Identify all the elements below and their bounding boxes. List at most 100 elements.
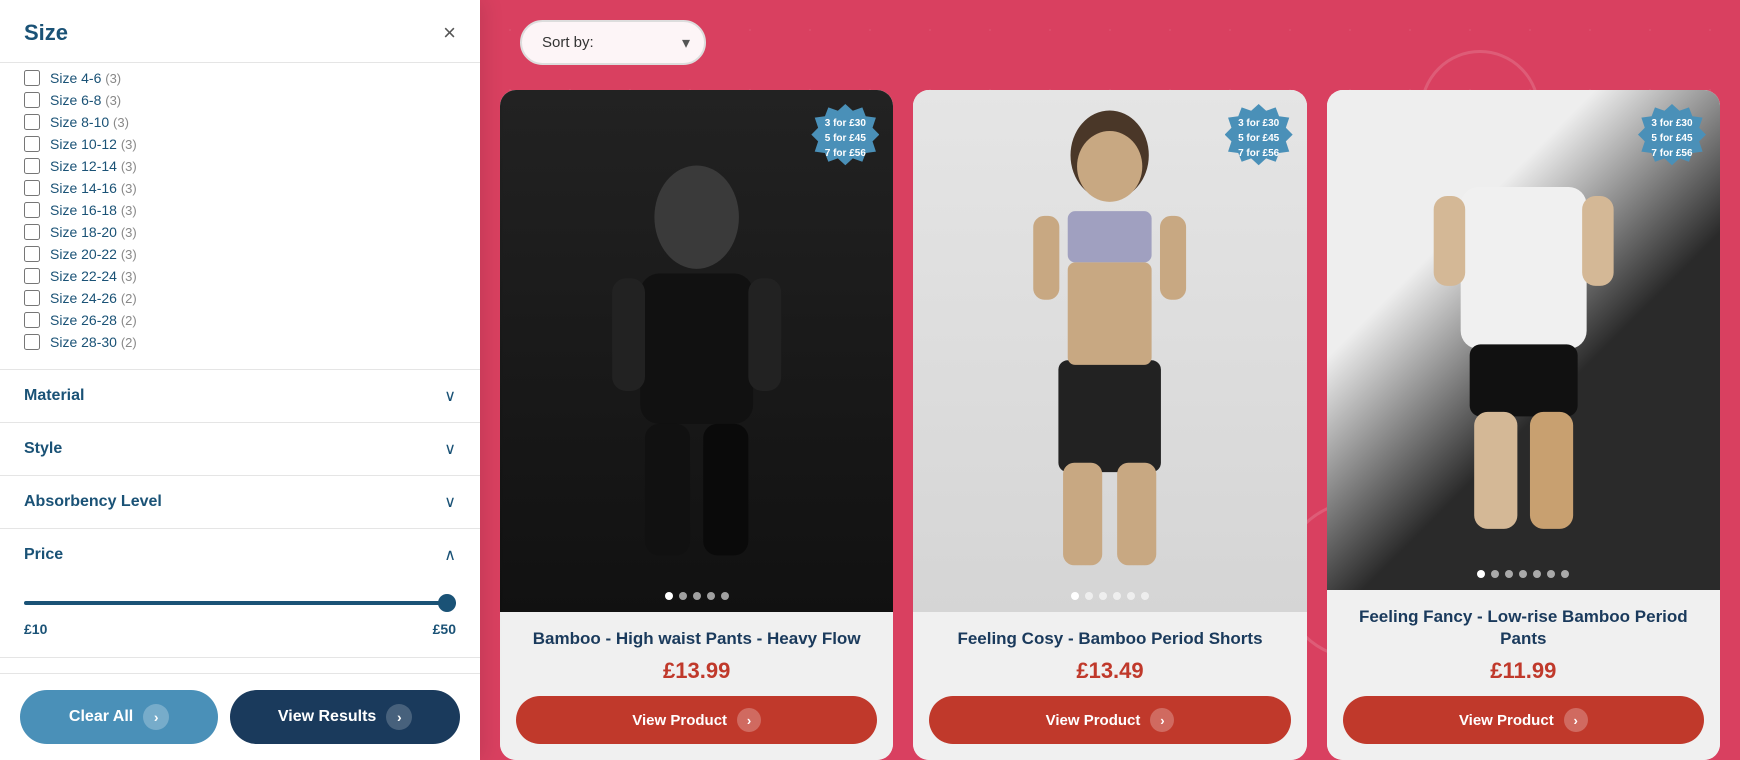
badge-line-3: 7 for £56 [825, 146, 866, 161]
sort-select[interactable]: Sort by: Price: Low to High Price: High … [520, 20, 706, 65]
dot-3[interactable] [1505, 570, 1513, 578]
size-checkbox-14-16[interactable] [24, 180, 40, 196]
list-item[interactable]: Size 24-26 (2) [24, 287, 456, 309]
price-content: £10 £50 [0, 581, 480, 657]
sort-bar: Sort by: Price: Low to High Price: High … [520, 20, 706, 65]
material-section[interactable]: Material ∨ [0, 370, 480, 423]
size-checkbox-16-18[interactable] [24, 202, 40, 218]
view-results-label: View Results [278, 708, 376, 726]
product-card-2: 3 for £30 5 for £45 7 for £56 Feeling Co… [913, 90, 1306, 760]
size-checkbox-22-24[interactable] [24, 268, 40, 284]
product-info-2: Feeling Cosy - Bamboo Period Shorts £13.… [913, 612, 1306, 760]
product-info-1: Bamboo - High waist Pants - Heavy Flow £… [500, 612, 893, 760]
size-label-4-6: Size 4-6 (3) [50, 70, 121, 86]
view-product-label-3: View Product [1459, 712, 1554, 729]
product-silhouette-3-svg [1327, 115, 1720, 565]
price-range-labels: £10 £50 [24, 621, 456, 637]
size-label-8-10: Size 8-10 (3) [50, 114, 129, 130]
clear-all-button[interactable]: Clear All › [20, 690, 218, 744]
dot-3[interactable] [693, 592, 701, 600]
size-checkbox-6-8[interactable] [24, 92, 40, 108]
list-item[interactable]: Size 26-28 (2) [24, 309, 456, 331]
list-item[interactable]: Size 18-20 (3) [24, 221, 456, 243]
products-grid: 3 for £30 5 for £45 7 for £56 Bamboo - H… [480, 90, 1740, 760]
style-section[interactable]: Style ∨ [0, 423, 480, 476]
product-name-3: Feeling Fancy - Low-rise Bamboo Period P… [1343, 606, 1704, 650]
badge-line-1: 3 for £30 [825, 116, 866, 131]
dot-2[interactable] [1491, 570, 1499, 578]
size-checkbox-28-30[interactable] [24, 334, 40, 350]
dot-5[interactable] [1533, 570, 1541, 578]
filter-header: Size × [0, 0, 480, 63]
size-checkbox-4-6[interactable] [24, 70, 40, 86]
product-name-1: Bamboo - High waist Pants - Heavy Flow [516, 628, 877, 650]
dot-7[interactable] [1561, 570, 1569, 578]
size-label-18-20: Size 18-20 (3) [50, 224, 137, 240]
absorbency-section[interactable]: Absorbency Level ∨ [0, 476, 480, 529]
list-item[interactable]: Size 12-14 (3) [24, 155, 456, 177]
size-checkbox-24-26[interactable] [24, 290, 40, 306]
size-checkbox-12-14[interactable] [24, 158, 40, 174]
price-header[interactable]: Price ∧ [0, 529, 480, 581]
list-item[interactable]: Size 8-10 (3) [24, 111, 456, 133]
dot-1[interactable] [1071, 592, 1079, 600]
size-checkbox-10-12[interactable] [24, 136, 40, 152]
view-product-label-2: View Product [1046, 712, 1141, 729]
size-label-24-26: Size 24-26 (2) [50, 290, 137, 306]
view-product-button-2[interactable]: View Product › [929, 696, 1290, 744]
product-card-3: 3 for £30 5 for £45 7 for £56 Feeling Fa… [1327, 90, 1720, 760]
dot-4[interactable] [707, 592, 715, 600]
list-item[interactable]: Size 20-22 (3) [24, 243, 456, 265]
dot-1[interactable] [665, 592, 673, 600]
price-section: Price ∧ £10 £50 [0, 529, 480, 658]
list-item[interactable]: Size 22-24 (3) [24, 265, 456, 287]
dot-4[interactable] [1519, 570, 1527, 578]
view-product-button-1[interactable]: View Product › [516, 696, 877, 744]
filter-body: Size 4-6 (3) Size 6-8 (3) Size 8-10 (3) … [0, 63, 480, 673]
list-item[interactable]: Size 4-6 (3) [24, 67, 456, 89]
dot-1[interactable] [1477, 570, 1485, 578]
dot-5[interactable] [721, 592, 729, 600]
material-title: Material [24, 387, 84, 405]
price-chevron-icon: ∧ [444, 545, 456, 565]
size-checkbox-26-28[interactable] [24, 312, 40, 328]
dot-5[interactable] [1127, 592, 1135, 600]
size-checkbox-18-20[interactable] [24, 224, 40, 240]
absorbency-header[interactable]: Absorbency Level ∨ [0, 476, 480, 528]
dot-3[interactable] [1099, 592, 1107, 600]
material-header[interactable]: Material ∨ [0, 370, 480, 422]
filter-title: Size [24, 20, 68, 46]
dot-2[interactable] [1085, 592, 1093, 600]
product-photo-2 [913, 90, 1306, 612]
dot-2[interactable] [679, 592, 687, 600]
size-label-12-14: Size 12-14 (3) [50, 158, 137, 174]
size-checkbox-8-10[interactable] [24, 114, 40, 130]
dot-6[interactable] [1141, 592, 1149, 600]
view-product-label-1: View Product [632, 712, 727, 729]
price-slider[interactable] [24, 601, 456, 605]
list-item[interactable]: Size 6-8 (3) [24, 89, 456, 111]
list-item[interactable]: Size 14-16 (3) [24, 177, 456, 199]
view-results-button[interactable]: View Results › [230, 690, 460, 744]
size-label-22-24: Size 22-24 (3) [50, 268, 137, 284]
absorbency-chevron-icon: ∨ [444, 492, 456, 512]
filter-sidebar: Size × Size 4-6 (3) Size 6-8 (3) Size 8-… [0, 0, 480, 760]
badge-line-1: 3 for £30 [1238, 116, 1279, 131]
view-product-arrow-icon-3: › [1564, 708, 1588, 732]
material-chevron-icon: ∨ [444, 386, 456, 406]
close-button[interactable]: × [443, 22, 456, 44]
size-checkbox-20-22[interactable] [24, 246, 40, 262]
list-item[interactable]: Size 16-18 (3) [24, 199, 456, 221]
view-product-button-3[interactable]: View Product › [1343, 696, 1704, 744]
style-chevron-icon: ∨ [444, 439, 456, 459]
list-item[interactable]: Size 10-12 (3) [24, 133, 456, 155]
list-item[interactable]: Size 28-30 (2) [24, 331, 456, 353]
product-photo-3 [1327, 90, 1720, 590]
size-section: Size 4-6 (3) Size 6-8 (3) Size 8-10 (3) … [0, 63, 480, 370]
product-silhouette-1-svg [500, 142, 893, 612]
absorbency-title: Absorbency Level [24, 493, 162, 511]
style-header[interactable]: Style ∨ [0, 423, 480, 475]
dot-4[interactable] [1113, 592, 1121, 600]
style-title: Style [24, 440, 62, 458]
dot-6[interactable] [1547, 570, 1555, 578]
